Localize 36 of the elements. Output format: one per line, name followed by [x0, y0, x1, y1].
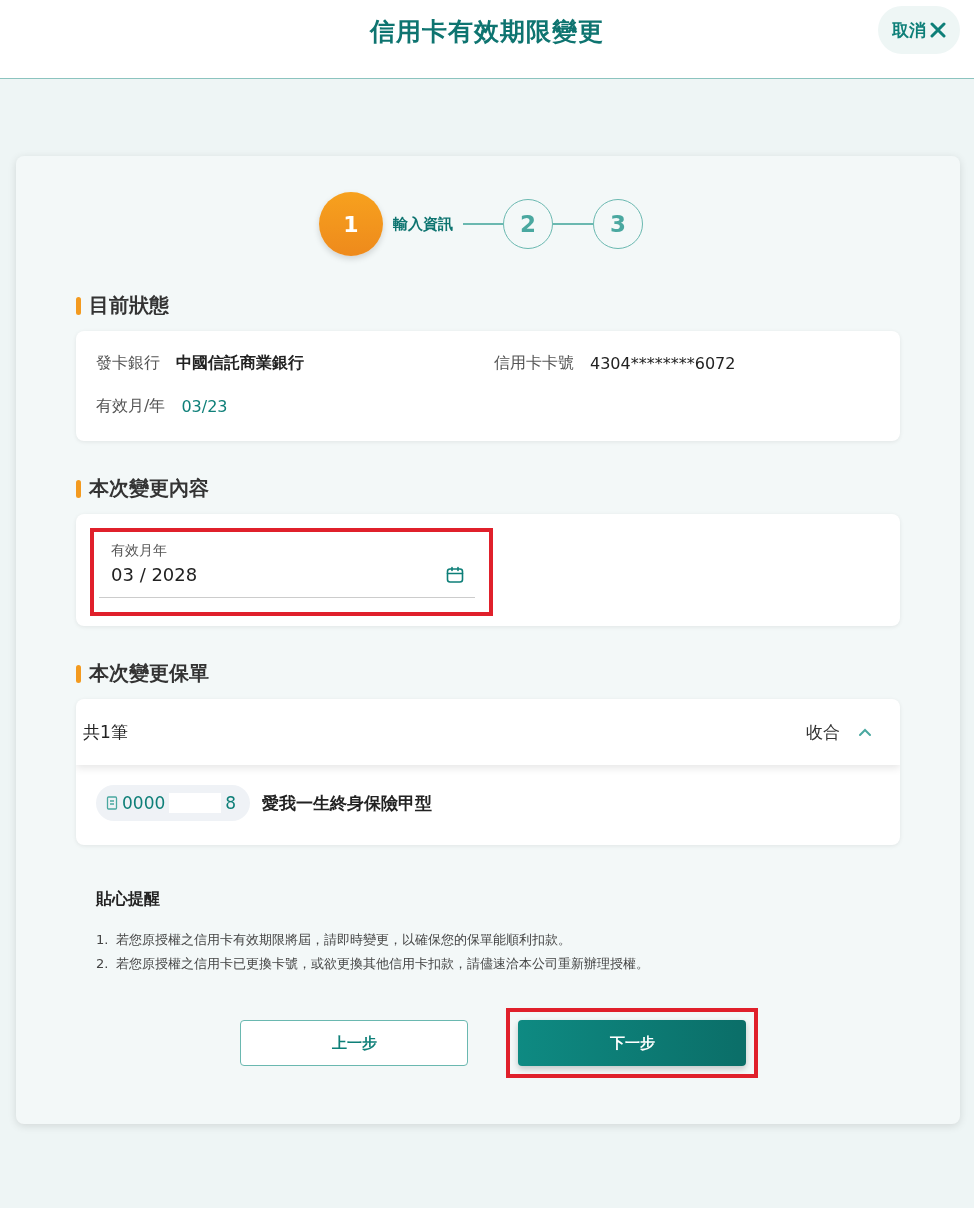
field-value: 03/23	[181, 397, 228, 416]
section-marker	[76, 479, 81, 498]
cancel-button[interactable]: 取消	[878, 6, 960, 54]
close-icon	[930, 22, 946, 38]
reminder-title: 貼心提醒	[96, 889, 161, 910]
policy-name: 愛我一生終身保險甲型	[262, 791, 433, 815]
step-circle: 3	[593, 199, 643, 249]
step-circle: 1	[319, 192, 383, 256]
calendar-icon[interactable]	[445, 564, 465, 585]
date-field[interactable]: 有效月年 03 / 2028	[99, 542, 475, 598]
field-label: 發卡銀行	[96, 353, 160, 374]
section-title: 本次變更保單	[89, 660, 209, 687]
list-number: 2.	[96, 955, 109, 973]
back-button[interactable]: 上一步	[240, 1020, 468, 1066]
field-label: 信用卡卡號	[494, 353, 574, 374]
field-value: 4304********6072	[590, 354, 736, 373]
section-marker	[76, 664, 81, 683]
reminder-text: 若您原授權之信用卡已更換卡號，或欲更換其他信用卡扣款，請儘速洽本公司重新辦理授權。	[116, 955, 650, 973]
policy-number-start: 0000	[122, 793, 166, 813]
policy-count: 共1筆	[83, 720, 128, 744]
next-button[interactable]: 下一步	[518, 1020, 746, 1066]
section-title: 本次變更內容	[89, 475, 209, 502]
field-value: 中國信託商業銀行	[176, 353, 304, 374]
step-connector	[553, 223, 593, 225]
reminder-text: 若您原授權之信用卡有效期限將屆，請即時變更，以確保您的保單能順利扣款。	[116, 931, 572, 949]
list-number: 1.	[96, 931, 109, 949]
section-title: 目前狀態	[89, 292, 169, 319]
chevron-icon	[858, 727, 872, 737]
page-title: 信用卡有效期限變更	[370, 15, 604, 48]
document-icon	[106, 796, 118, 810]
field-label: 有效月/年	[96, 396, 166, 417]
policy-number-end: 8	[225, 793, 237, 813]
step-label: 輸入資訊	[393, 214, 453, 234]
collapse-toggle[interactable]: 收合	[806, 720, 872, 744]
step-connector	[463, 223, 503, 225]
section-marker	[76, 296, 81, 315]
